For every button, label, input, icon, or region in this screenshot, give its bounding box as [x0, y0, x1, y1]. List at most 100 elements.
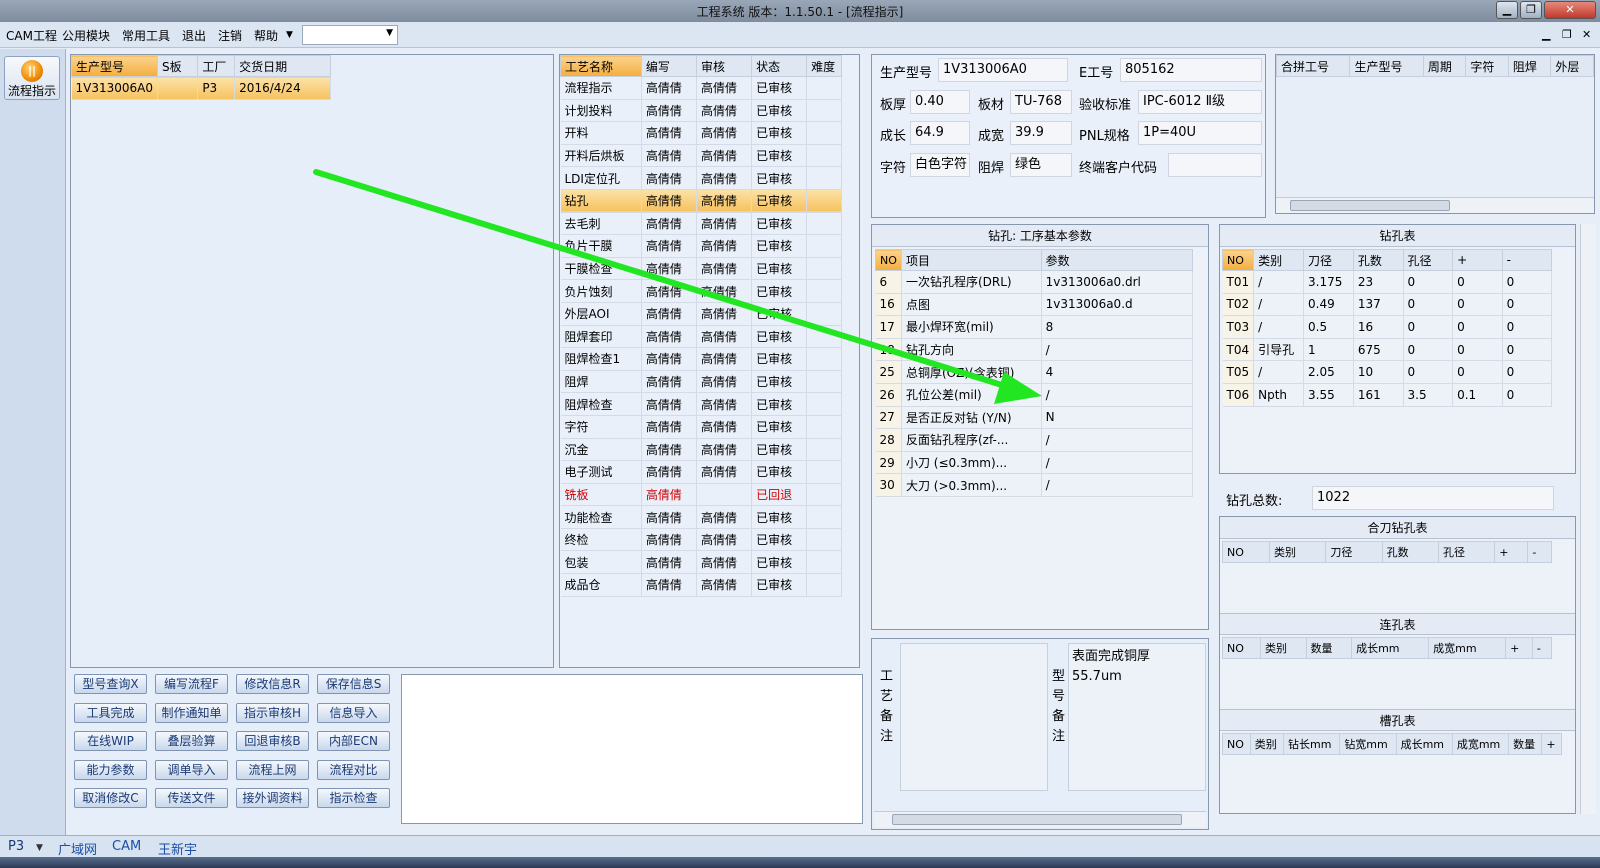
- maximize-button[interactable]: ❐: [1520, 1, 1542, 19]
- process-name-cell[interactable]: 钻孔: [560, 189, 642, 213]
- order-header-date[interactable]: 交货日期: [234, 55, 331, 77]
- process-status-cell[interactable]: 已审核: [751, 550, 808, 575]
- params-value-cell[interactable]: 1v313006a0.d: [1041, 293, 1194, 317]
- drill-type-cell[interactable]: /: [1253, 293, 1304, 317]
- process-header-reviewer[interactable]: 审核: [695, 55, 753, 77]
- drill-header-diameter[interactable]: 刀径: [1303, 249, 1354, 271]
- process-status-cell[interactable]: 已审核: [751, 99, 808, 123]
- process-reviewer-cell[interactable]: 高倩倩: [696, 347, 753, 371]
- process-difficulty-cell[interactable]: [806, 325, 842, 349]
- table-row[interactable]: 28 反面钻孔程序(zf-... /: [875, 428, 1194, 452]
- action-button-3-1[interactable]: 调单导入: [155, 759, 228, 780]
- process-difficulty-cell[interactable]: [806, 392, 842, 416]
- drill-type-cell[interactable]: /: [1253, 270, 1304, 294]
- params-item-cell[interactable]: 点图: [901, 293, 1042, 317]
- params-value-cell[interactable]: /: [1041, 473, 1194, 497]
- params-no-cell[interactable]: 26: [875, 383, 902, 407]
- table-row[interactable]: T05/2.05 10 0 0 0: [1222, 360, 1553, 384]
- drill-count-cell[interactable]: 137: [1353, 293, 1404, 317]
- params-value-cell[interactable]: 4: [1041, 360, 1194, 384]
- action-button-4-1[interactable]: 传送文件: [155, 788, 228, 809]
- table-row[interactable]: T04 引导孔 1 675 0 0 0: [1222, 338, 1553, 362]
- drill-diameter-cell[interactable]: 2.05: [1303, 360, 1354, 384]
- slot-holes-header-0[interactable]: NO: [1222, 733, 1251, 755]
- process-difficulty-cell[interactable]: [806, 415, 842, 439]
- combo-drill-header-6[interactable]: -: [1527, 541, 1552, 563]
- table-row[interactable]: 29 小刀 (≤0.3mm)... /: [875, 451, 1194, 475]
- process-difficulty-cell[interactable]: [806, 257, 842, 281]
- table-row[interactable]: 计划投料 高倩倩 高倩倩 已审核: [560, 99, 842, 123]
- process-difficulty-cell[interactable]: [806, 528, 842, 552]
- params-header-no[interactable]: NO: [875, 249, 902, 271]
- order-header-factory[interactable]: 工厂: [197, 55, 236, 77]
- process-name-cell[interactable]: 阻焊检查: [560, 392, 642, 416]
- params-value-cell[interactable]: /: [1041, 383, 1194, 407]
- params-value-cell[interactable]: N: [1041, 406, 1194, 430]
- params-header-value[interactable]: 参数: [1040, 249, 1194, 271]
- drill-plus-cell[interactable]: 0: [1452, 338, 1503, 362]
- slot-holes-header-1[interactable]: 类别: [1249, 733, 1285, 755]
- process-name-cell[interactable]: 计划投料: [560, 99, 642, 123]
- drill-count-cell[interactable]: 16: [1353, 315, 1404, 339]
- action-button-4-2[interactable]: 接外调资料: [236, 788, 309, 809]
- action-button-1-2[interactable]: 指示审核H: [236, 702, 309, 723]
- drill-hole-cell[interactable]: 0: [1403, 338, 1454, 362]
- table-row[interactable]: T06 Npth 3.55 161 3.5 0.1 0: [1222, 383, 1553, 407]
- process-writer-cell[interactable]: 高倩倩: [641, 166, 697, 190]
- drill-hole-cell[interactable]: 0: [1403, 293, 1454, 317]
- mdi-close-icon[interactable]: ✕: [1582, 28, 1591, 41]
- process-reviewer-cell[interactable]: 高倩倩: [696, 76, 753, 100]
- link-holes-header-5[interactable]: +: [1505, 637, 1533, 659]
- process-name-cell[interactable]: 外层AOI: [560, 302, 642, 326]
- remarks-hscroll[interactable]: [874, 811, 1206, 827]
- table-row[interactable]: 16 点图 1v313006a0.d: [875, 293, 1194, 317]
- action-button-0-2[interactable]: 修改信息R: [236, 674, 309, 694]
- process-status-cell[interactable]: 已审核: [751, 528, 808, 552]
- flow-instruction-button[interactable]: || 流程指示: [4, 56, 60, 100]
- right-vscroll[interactable]: [1580, 224, 1596, 814]
- process-reviewer-cell[interactable]: 高倩倩: [696, 189, 753, 213]
- menu-logout[interactable]: 注销: [218, 27, 242, 44]
- process-difficulty-cell[interactable]: [806, 121, 842, 145]
- process-difficulty-cell[interactable]: [806, 460, 842, 484]
- process-reviewer-cell[interactable]: [696, 483, 753, 507]
- action-button-1-3[interactable]: 信息导入: [317, 702, 390, 723]
- process-name-cell[interactable]: 成品仓: [560, 573, 642, 597]
- process-status-cell[interactable]: 已审核: [751, 415, 808, 439]
- process-name-cell[interactable]: 阻焊: [560, 370, 642, 394]
- drill-no-cell[interactable]: T02: [1222, 293, 1255, 317]
- drill-count-cell[interactable]: 23: [1353, 270, 1404, 294]
- action-button-0-1[interactable]: 编写流程F: [155, 674, 228, 694]
- process-difficulty-cell[interactable]: [806, 302, 842, 326]
- process-status-cell[interactable]: 已审核: [751, 257, 808, 281]
- process-reviewer-cell[interactable]: 高倩倩: [696, 505, 753, 529]
- process-header-status[interactable]: 状态: [751, 55, 808, 77]
- message-box[interactable]: [401, 674, 863, 824]
- params-item-cell[interactable]: 反面钻孔程序(zf-...: [901, 428, 1042, 452]
- combine-header-cycle[interactable]: 周期: [1422, 55, 1467, 77]
- params-no-cell[interactable]: 28: [875, 428, 902, 452]
- minimize-button[interactable]: ▁: [1496, 1, 1518, 19]
- table-row[interactable]: 6 一次钻孔程序(DRL) 1v313006a0.drl: [875, 270, 1194, 294]
- order-s-cell[interactable]: [157, 76, 199, 100]
- combo-drill-header-4[interactable]: 孔径: [1437, 541, 1496, 563]
- process-writer-cell[interactable]: 高倩倩: [641, 415, 697, 439]
- process-difficulty-cell[interactable]: [806, 347, 842, 371]
- drill-minus-cell[interactable]: 0: [1502, 360, 1553, 384]
- table-row[interactable]: 字符 高倩倩 高倩倩 已审核: [560, 415, 842, 439]
- process-status-cell[interactable]: 已审核: [751, 166, 808, 190]
- slot-holes-header-6[interactable]: 数量: [1508, 733, 1543, 755]
- params-no-cell[interactable]: 27: [875, 406, 902, 430]
- process-difficulty-cell[interactable]: [806, 573, 842, 597]
- process-difficulty-cell[interactable]: [806, 76, 842, 100]
- process-difficulty-cell[interactable]: [806, 279, 842, 303]
- params-item-cell[interactable]: 钻孔方向: [901, 338, 1042, 362]
- params-no-cell[interactable]: 6: [875, 270, 902, 294]
- params-value-cell[interactable]: /: [1041, 338, 1194, 362]
- process-writer-cell[interactable]: 高倩倩: [641, 302, 697, 326]
- drill-type-cell[interactable]: /: [1253, 360, 1304, 384]
- process-reviewer-cell[interactable]: 高倩倩: [696, 415, 753, 439]
- process-name-cell[interactable]: 流程指示: [560, 76, 642, 100]
- table-row[interactable]: 流程指示 高倩倩 高倩倩 已审核: [560, 76, 842, 100]
- menu-tools[interactable]: 常用工具: [122, 27, 170, 44]
